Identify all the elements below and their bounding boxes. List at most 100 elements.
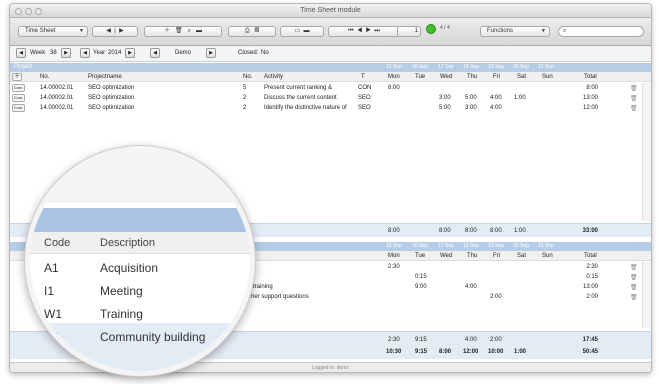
col-no: No.: [40, 74, 50, 80]
mag-row-description: Meeting: [100, 284, 143, 298]
mag-col-code: Code: [44, 237, 71, 249]
table-row[interactable]: Com. 14.00002.01 SEO optimization 2 Iden…: [10, 103, 651, 113]
row-mon[interactable]: 2:30: [388, 262, 400, 272]
record-number-input[interactable]: 1: [397, 26, 421, 37]
title-bar: Time Sheet module: [10, 4, 651, 18]
complete-button[interactable]: Com.: [12, 94, 25, 102]
layout-form-icon[interactable]: ▭: [294, 28, 300, 34]
row-tue[interactable]: 0:15: [415, 272, 427, 282]
row-mon[interactable]: 8:00: [388, 83, 400, 93]
printer-icon[interactable]: ⎙: [245, 28, 250, 34]
other-scrollbar[interactable]: [642, 262, 651, 328]
row-tue[interactable]: 9:00: [415, 282, 427, 292]
trash-icon[interactable]: 🗑: [630, 105, 638, 112]
week-prev-button[interactable]: ◀: [16, 48, 26, 58]
date-header: 19 Sep: [488, 64, 504, 70]
total-tue: 9:15: [415, 337, 427, 343]
table-row[interactable]: Com. 14.00002.01 SEO optimization 5 Pres…: [10, 83, 651, 93]
minimize-window-icon[interactable]: [25, 8, 32, 15]
first-record-icon[interactable]: ⏮: [348, 28, 353, 34]
col-thu: Thu: [467, 253, 478, 259]
trash-icon[interactable]: 🗑: [630, 294, 638, 301]
table-row[interactable]: Com. 14.00002.01 SEO optimization 2 Disc…: [10, 93, 651, 103]
mag-row-description: Acquisition: [100, 261, 159, 275]
print-record-icon[interactable]: ▬: [196, 28, 202, 34]
mag-row-description: Community building: [100, 330, 206, 344]
export-icon[interactable]: ▤: [255, 28, 260, 34]
col-fri: Fri: [493, 74, 500, 80]
row-no2: 5: [243, 85, 247, 91]
date-header: 17 Sep: [438, 64, 454, 70]
total-total: 17:45: [582, 337, 598, 343]
row-total: 12:00: [582, 105, 598, 111]
trash-icon[interactable]: 🗑: [630, 85, 638, 92]
record-counter: 4 / 4: [440, 25, 450, 31]
magnifier-lens: Code Description A1 Acquisition I1 Meeti…: [25, 146, 255, 376]
project-section-header: Project 15 Sep 16 Sep 17 Sep 18 Sep 19 S…: [10, 63, 651, 72]
view-select[interactable]: Time Sheet ▼: [18, 26, 88, 37]
row-thu[interactable]: 3:00: [465, 103, 477, 113]
row-type: SEO: [358, 105, 371, 111]
total-total: 33:00: [582, 228, 598, 234]
search-record-icon[interactable]: ⌕: [188, 28, 191, 34]
row-activity: Identify the distinctive nature of: [264, 105, 347, 111]
prev-next-group: ◀ | ▶: [92, 26, 138, 37]
col-total: Total: [584, 253, 597, 259]
row-thu[interactable]: 4:00: [465, 282, 477, 292]
row-wed[interactable]: 5:00: [439, 103, 451, 113]
date-header: 18 Sep: [463, 64, 479, 70]
last-record-icon[interactable]: ⏭: [374, 28, 379, 34]
previous-record-icon[interactable]: ◀: [357, 28, 362, 34]
week-label: Week: [30, 50, 46, 56]
project-scrollbar[interactable]: [642, 83, 651, 221]
complete-button[interactable]: Com.: [12, 84, 25, 92]
user-value: Demo: [175, 50, 192, 56]
project-section-title: Project: [14, 64, 33, 70]
functions-select-value: Functions: [487, 28, 514, 34]
col-sun: Sun: [542, 74, 553, 80]
row-activity: Discuss the current content: [264, 95, 337, 101]
row-type: SEO: [358, 95, 371, 101]
next-record-icon[interactable]: ▶: [366, 28, 371, 34]
week-next-button[interactable]: ▶: [61, 48, 71, 58]
user-prev-button[interactable]: ◀: [150, 48, 160, 58]
date-header: 16 Sep: [412, 64, 428, 70]
mag-row-code: I1: [44, 284, 55, 298]
row-fri[interactable]: 2:00: [490, 292, 502, 302]
year-prev-button[interactable]: ◀: [80, 48, 90, 58]
row-total: 0:15: [586, 274, 598, 280]
arrow-right-icon[interactable]: ▶: [119, 28, 124, 34]
layout-list-icon[interactable]: ▬: [304, 28, 310, 34]
date-header: 15 Sep: [386, 243, 402, 249]
trash-icon[interactable]: 🗑: [630, 264, 638, 271]
grand-total-total: 50:45: [582, 349, 598, 355]
chevron-down-icon: ▼: [79, 28, 84, 34]
add-record-icon[interactable]: ＋: [164, 28, 170, 34]
row-thu[interactable]: 5:00: [465, 93, 477, 103]
col-tue: Tue: [415, 74, 426, 80]
date-header: 20 Sep: [513, 243, 529, 249]
trash-icon[interactable]: 🗑: [630, 274, 638, 281]
close-window-icon[interactable]: [15, 8, 22, 15]
year-next-button[interactable]: ▶: [125, 48, 135, 58]
col-mon: Mon: [388, 74, 400, 80]
complete-button[interactable]: Com.: [12, 104, 25, 112]
add-row-icon[interactable]: ＋: [12, 73, 22, 81]
arrow-left-icon[interactable]: ◀: [106, 28, 111, 34]
trash-icon[interactable]: 🗑: [630, 95, 638, 102]
functions-select[interactable]: Functions ▼: [480, 26, 550, 37]
trash-icon[interactable]: 🗑: [630, 284, 638, 291]
zoom-window-icon[interactable]: [35, 8, 42, 15]
row-fri[interactable]: 4:00: [490, 103, 502, 113]
col-sun: Sun: [542, 253, 553, 259]
search-input[interactable]: ⌕: [558, 26, 644, 37]
col-sat: Sat: [517, 74, 527, 80]
delete-record-icon[interactable]: 🗑: [175, 28, 183, 34]
row-total: 2:30: [586, 264, 598, 270]
row-sat[interactable]: 1:00: [514, 93, 526, 103]
row-wed[interactable]: 3:00: [439, 93, 451, 103]
row-fri[interactable]: 4:00: [490, 93, 502, 103]
user-next-button[interactable]: ▶: [206, 48, 216, 58]
date-header: 17 Sep: [438, 243, 454, 249]
window-title: Time Sheet module: [300, 7, 361, 14]
